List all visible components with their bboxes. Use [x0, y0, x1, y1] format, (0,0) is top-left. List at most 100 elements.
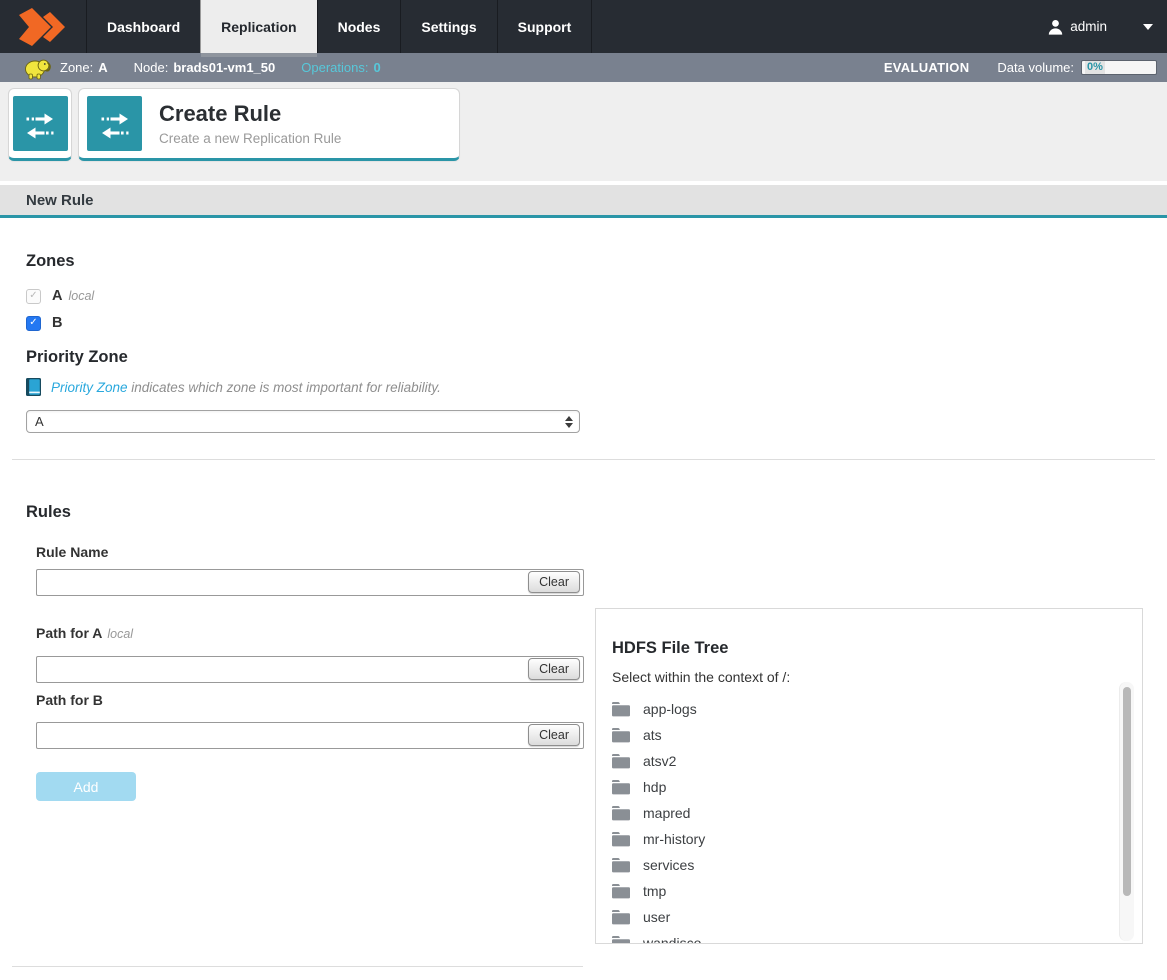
data-volume-progressbar: 0%	[1081, 60, 1157, 75]
hdfs-file-tree-panel: HDFS File Tree Select within the context…	[595, 608, 1143, 944]
folder-icon	[612, 753, 630, 769]
tab-replication[interactable]: Replication	[200, 0, 316, 53]
select-stepper-icon	[565, 416, 573, 428]
section-title: New Rule	[26, 192, 94, 209]
path-b-input[interactable]	[36, 722, 584, 749]
tree-folder-row[interactable]: tmp	[612, 878, 1126, 904]
folder-icon	[612, 831, 630, 847]
tree-folder-row[interactable]: atsv2	[612, 748, 1126, 774]
navbar-right: admin	[1048, 0, 1167, 53]
license-badge: EVALUATION	[884, 60, 970, 75]
folder-name: app-logs	[643, 701, 697, 717]
top-navbar: Dashboard Replication Nodes Settings Sup…	[0, 0, 1167, 53]
folder-name: mr-history	[643, 831, 705, 847]
glossary-book-icon	[26, 378, 41, 396]
nav-tabs: Dashboard Replication Nodes Settings Sup…	[86, 0, 592, 53]
section-header: New Rule	[0, 185, 1167, 218]
rule-name-clear-button[interactable]: Clear	[528, 571, 580, 593]
file-tree-list: app-logs ats atsv2 hdp	[612, 696, 1126, 944]
page-header-strip: Create Rule Create a new Replication Rul…	[0, 82, 1167, 181]
zone-option-b: ✓ B	[26, 313, 1155, 333]
replication-arrows-icon	[13, 96, 68, 151]
path-a-label: Path for Alocal	[36, 625, 583, 641]
tree-folder-row[interactable]: services	[612, 852, 1126, 878]
zone-a-label: A	[52, 288, 62, 304]
path-a-suffix: local	[107, 627, 133, 641]
folder-icon	[612, 779, 630, 795]
replication-arrows-icon	[87, 96, 142, 151]
tab-nodes[interactable]: Nodes	[317, 0, 401, 53]
tree-folder-row[interactable]: mapred	[612, 800, 1126, 826]
folder-name: ats	[643, 727, 662, 743]
folder-name: wandisco	[643, 935, 701, 944]
file-tree-heading: HDFS File Tree	[612, 639, 1126, 658]
folder-icon	[612, 883, 630, 899]
rule-name-input[interactable]	[36, 569, 584, 596]
data-volume-percent: 0%	[1085, 61, 1105, 74]
add-rule-button[interactable]: Add	[36, 772, 136, 801]
folder-icon	[612, 857, 630, 873]
tab-dashboard[interactable]: Dashboard	[86, 0, 200, 53]
zone-b-checkbox[interactable]: ✓	[26, 316, 41, 331]
zone-option-a: ✓ A local	[26, 286, 1155, 306]
path-a-clear-button[interactable]: Clear	[528, 658, 580, 680]
tree-folder-row[interactable]: hdp	[612, 774, 1126, 800]
folder-name: hdp	[643, 779, 666, 795]
folder-name: atsv2	[643, 753, 676, 769]
tree-folder-row[interactable]: mr-history	[612, 826, 1126, 852]
zone-indicator: Zone:A	[60, 60, 108, 75]
path-b-label: Path for B	[36, 692, 583, 708]
priority-zone-heading: Priority Zone	[26, 333, 1155, 367]
folder-icon	[612, 935, 630, 944]
hadoop-elephant-icon	[24, 56, 51, 80]
paths-column: Path for Alocal Clear Path for B Clear A…	[12, 608, 583, 801]
scrollbar-thumb[interactable]	[1123, 687, 1131, 896]
folder-icon	[612, 727, 630, 743]
priority-zone-info: Priority Zone indicates which zone is mo…	[26, 377, 1155, 397]
file-tree-scrollbar[interactable]	[1119, 682, 1134, 941]
data-volume: Data volume: 0%	[997, 60, 1157, 75]
tree-folder-row[interactable]: user	[612, 904, 1126, 930]
app-window: Dashboard Replication Nodes Settings Sup…	[0, 0, 1167, 980]
priority-zone-link[interactable]: Priority Zone	[51, 380, 128, 395]
create-rule-header-card: Create Rule Create a new Replication Rul…	[78, 88, 460, 161]
priority-zone-description: indicates which zone is most important f…	[128, 380, 441, 395]
username: admin	[1070, 19, 1107, 34]
tree-folder-row[interactable]: wandisco	[612, 930, 1126, 944]
user-menu[interactable]: admin	[1048, 19, 1107, 35]
operations-indicator[interactable]: Operations:0	[301, 60, 380, 75]
page-subtitle: Create a new Replication Rule	[159, 131, 341, 146]
zones-heading: Zones	[26, 218, 1155, 271]
folder-icon	[612, 909, 630, 925]
folder-icon	[612, 805, 630, 821]
tree-folder-row[interactable]: app-logs	[612, 696, 1126, 722]
zone-b-label: B	[52, 315, 62, 331]
tab-settings[interactable]: Settings	[400, 0, 496, 53]
tab-support[interactable]: Support	[497, 0, 593, 53]
user-icon	[1048, 19, 1063, 35]
page-title: Create Rule	[159, 101, 341, 127]
path-b-clear-button[interactable]: Clear	[528, 724, 580, 746]
user-dropdown-caret-icon[interactable]	[1143, 24, 1153, 30]
folder-name: user	[643, 909, 670, 925]
file-tree-context-text: Select within the context of /:	[612, 669, 1126, 685]
folder-icon	[612, 701, 630, 717]
folder-name: services	[643, 857, 694, 873]
zone-a-suffix: local	[68, 289, 94, 303]
folder-name: tmp	[643, 883, 666, 899]
wandisco-logo-icon	[0, 0, 86, 53]
folder-name: mapred	[643, 805, 690, 821]
tree-folder-row[interactable]: ats	[612, 722, 1126, 748]
main-content: Zones ✓ A local ✓ B Priority Zone Priori…	[0, 218, 1167, 967]
data-volume-label: Data volume:	[997, 60, 1074, 75]
path-a-input[interactable]	[36, 656, 584, 683]
replication-rule-shortcut-card[interactable]	[8, 88, 72, 161]
node-indicator: Node:brads01-vm1_50	[134, 60, 276, 75]
priority-zone-select[interactable]: A	[26, 410, 580, 433]
zone-a-checkbox: ✓	[26, 289, 41, 304]
rule-name-label: Rule Name	[36, 544, 1155, 560]
priority-zone-selected-value: A	[35, 414, 44, 429]
bottom-divider	[12, 966, 583, 967]
rules-heading: Rules	[26, 460, 1155, 522]
zone-status-bar: Zone:A Node:brads01-vm1_50 Operations:0 …	[0, 53, 1167, 82]
